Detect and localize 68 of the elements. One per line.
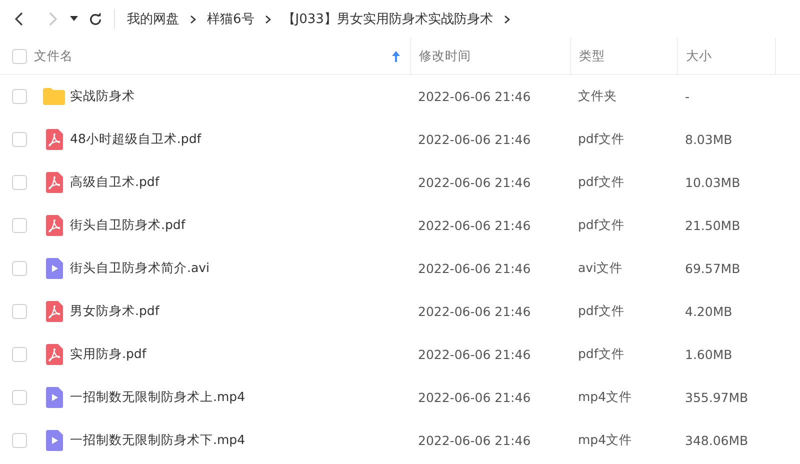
caret-down-icon[interactable]	[70, 16, 78, 22]
chevron-right-icon	[265, 14, 272, 24]
row-checkbox[interactable]	[12, 132, 27, 147]
pdf-file-icon	[46, 215, 62, 236]
file-size: 1.60MB	[685, 347, 732, 362]
modified-time: 2022-06-06 21:46	[418, 433, 531, 448]
column-header[interactable]: 文件名	[30, 38, 410, 74]
row-checkbox[interactable]	[12, 261, 27, 276]
row-checkbox[interactable]	[12, 390, 27, 405]
file-name[interactable]: 一招制数无限制防身术上.mp4	[70, 389, 246, 406]
back-icon[interactable]	[14, 11, 24, 27]
breadcrumb-link[interactable]: 【J033】男女实用防身术实战防身术	[282, 10, 493, 28]
file-name[interactable]: 街头自卫防身术.pdf	[70, 217, 186, 234]
row-checkbox[interactable]	[12, 304, 27, 319]
column-header[interactable]: 大小	[677, 38, 775, 74]
select-all-checkbox[interactable]	[12, 48, 27, 64]
modified-time: 2022-06-06 21:46	[418, 218, 531, 233]
file-size: 8.03MB	[685, 132, 732, 147]
file-type: mp4文件	[578, 432, 632, 449]
file-size: -	[685, 89, 690, 104]
breadcrumb-link[interactable]: 样猫6号	[207, 10, 254, 28]
file-name[interactable]: 实用防身.pdf	[70, 346, 146, 363]
file-type: avi文件	[578, 260, 623, 277]
video-file-icon	[46, 258, 62, 279]
folder-icon	[43, 88, 65, 105]
row-checkbox[interactable]	[12, 175, 27, 190]
file-name[interactable]: 实战防身术	[70, 88, 135, 105]
file-name[interactable]: 48小时超级自卫术.pdf	[70, 131, 202, 148]
modified-time: 2022-06-06 21:46	[418, 175, 531, 190]
chevron-right-icon	[190, 14, 196, 24]
file-size: 355.97MB	[685, 390, 748, 405]
file-name[interactable]: 一招制数无限制防身术下.mp4	[70, 432, 246, 449]
file-size: 10.03MB	[685, 175, 740, 190]
refresh-icon[interactable]	[88, 12, 102, 26]
row-checkbox[interactable]	[12, 347, 27, 362]
file-size: 348.06MB	[685, 433, 748, 448]
file-type: pdf文件	[578, 346, 624, 363]
row-checkbox[interactable]	[12, 433, 27, 448]
file-type: pdf文件	[578, 174, 624, 191]
modified-time: 2022-06-06 21:46	[418, 390, 531, 405]
column-header[interactable]: 类型	[570, 38, 677, 74]
video-file-icon	[46, 387, 62, 408]
row-checkbox[interactable]	[12, 89, 27, 104]
video-file-icon	[46, 430, 62, 451]
file-size: 4.20MB	[685, 304, 732, 319]
pdf-file-icon	[46, 344, 62, 365]
modified-time: 2022-06-06 21:46	[418, 304, 531, 319]
chevron-right-icon	[504, 14, 510, 24]
breadcrumb-link[interactable]: 我的网盘	[127, 10, 179, 28]
modified-time: 2022-06-06 21:46	[418, 347, 531, 362]
file-size: 21.50MB	[685, 218, 740, 233]
file-name[interactable]: 高级自卫术.pdf	[70, 174, 160, 191]
pdf-file-icon	[46, 301, 62, 322]
modified-time: 2022-06-06 21:46	[418, 261, 531, 276]
modified-time: 2022-06-06 21:46	[418, 132, 531, 147]
file-name[interactable]: 街头自卫防身术简介.avi	[70, 260, 210, 277]
pdf-file-icon	[46, 172, 62, 193]
file-name[interactable]: 男女防身术.pdf	[70, 303, 160, 320]
pdf-file-icon	[46, 129, 62, 150]
file-type: pdf文件	[578, 131, 624, 148]
file-size: 69.57MB	[685, 261, 740, 276]
row-checkbox[interactable]	[12, 218, 27, 233]
file-type: mp4文件	[578, 389, 632, 406]
column-header[interactable]: 修改时间	[410, 38, 570, 74]
file-type: 文件夹	[578, 88, 617, 105]
file-type: pdf文件	[578, 217, 624, 234]
modified-time: 2022-06-06 21:46	[418, 89, 531, 104]
file-type: pdf文件	[578, 303, 624, 320]
